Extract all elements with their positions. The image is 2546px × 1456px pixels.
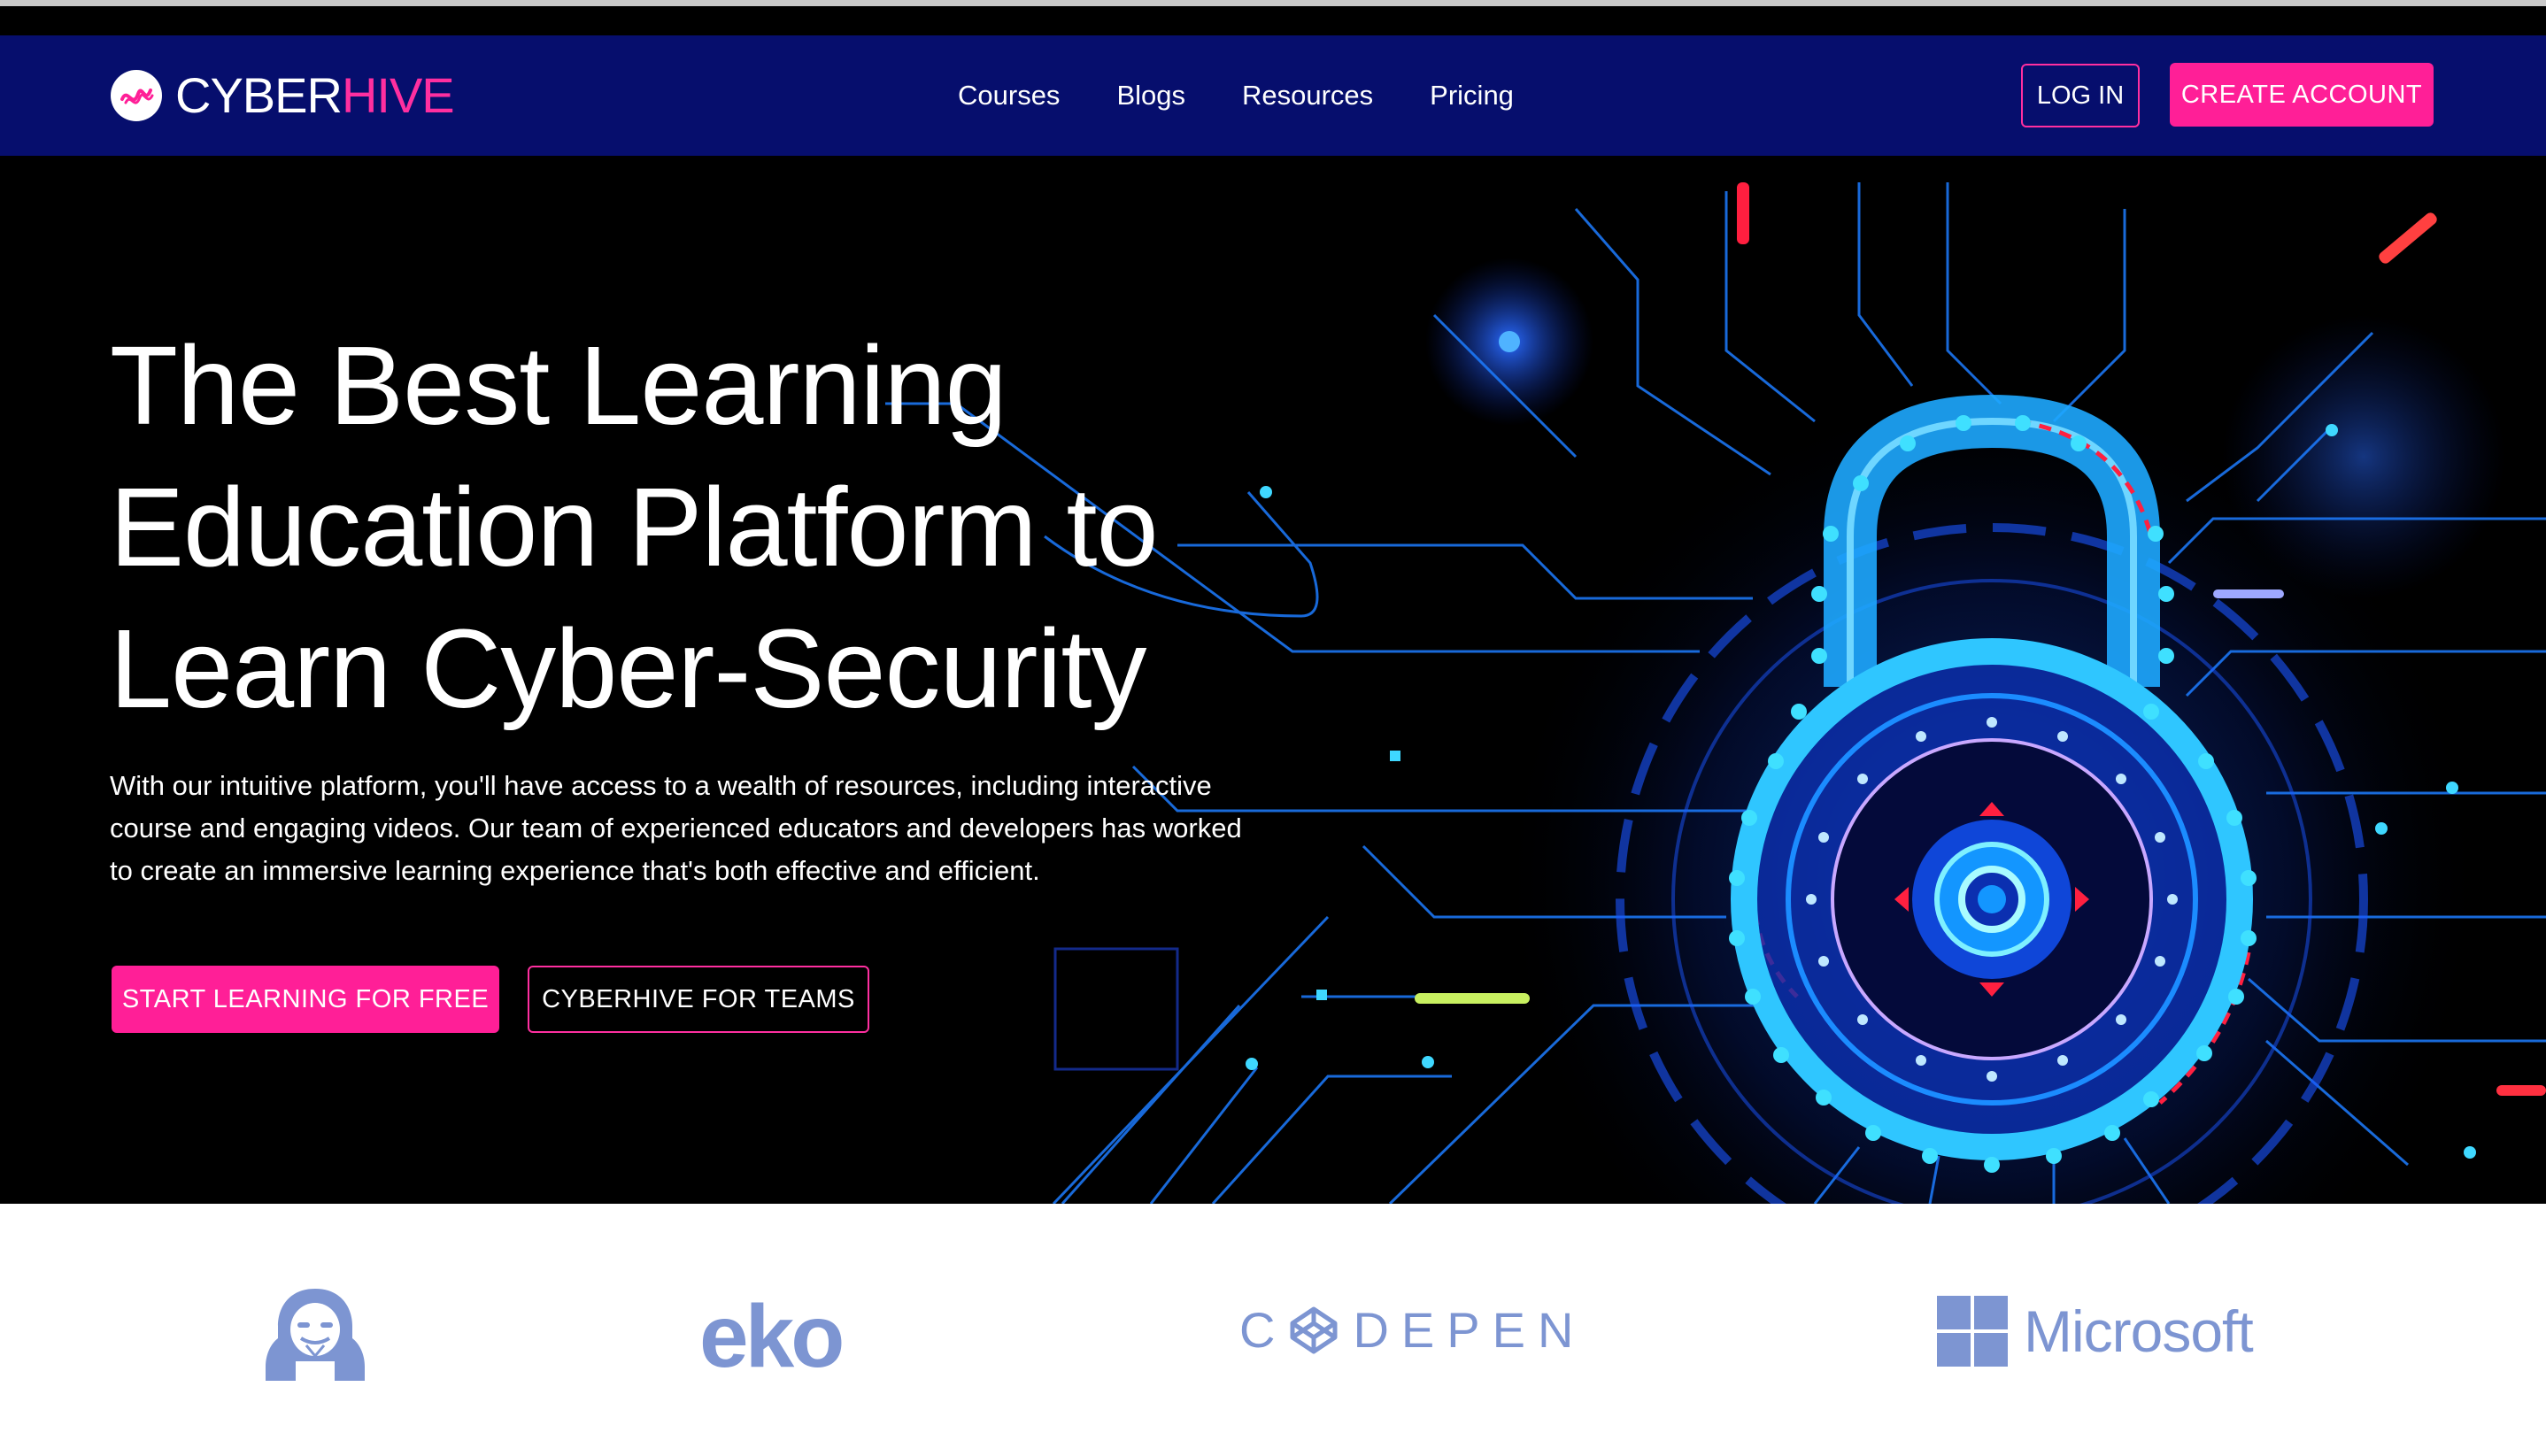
hero-title-line-1: The Best Learning [110, 323, 1007, 448]
nav-link-pricing[interactable]: Pricing [1430, 80, 1514, 112]
microsoft-windows-icon [1937, 1296, 2008, 1367]
nav-link-resources[interactable]: Resources [1242, 80, 1373, 112]
brand-name: CYBERHIVE [175, 66, 455, 125]
cyberhive-for-teams-button[interactable]: CYBERHIVE FOR TEAMS [528, 966, 869, 1033]
start-learning-button[interactable]: START LEARNING FOR FREE [112, 966, 499, 1033]
hero-title: The Best Learning Education Platform to … [110, 315, 1261, 740]
navbar: CYBERHIVE Courses Blogs Resources Pricin… [0, 35, 2546, 156]
codepen-wordmark: C DEPEN [1239, 1299, 1585, 1361]
partner-logo-eko: eko [699, 1287, 845, 1386]
codepen-wordmark-first: C [1239, 1302, 1288, 1358]
codepen-icon [1290, 1306, 1338, 1354]
partner-logos: eko C DEPEN Microsoft [0, 1204, 2546, 1456]
wave-circle-icon [111, 70, 162, 121]
brand-logo[interactable]: CYBERHIVE [110, 66, 455, 125]
main-nav: Courses Blogs Resources Pricing [958, 35, 1570, 156]
hero-description: With our intuitive platform, you'll have… [110, 770, 1242, 886]
nav-link-blogs[interactable]: Blogs [1116, 80, 1185, 112]
nav-link-courses[interactable]: Courses [958, 80, 1060, 112]
login-button[interactable]: LOG IN [2021, 64, 2140, 127]
hero-title-line-3: Learn Cyber-Security [110, 606, 1146, 731]
browser-top-strip [0, 0, 2546, 35]
hero-section: The Best Learning Education Platform to … [0, 156, 2546, 1204]
eko-wordmark: eko [699, 1287, 845, 1386]
create-account-button[interactable]: CREATE ACCOUNT [2170, 63, 2434, 127]
microsoft-wordmark: Microsoft [2024, 1298, 2254, 1364]
brand-name-part1: CYBER [175, 67, 343, 123]
brand-name-part2: HIVE [341, 67, 455, 123]
codepen-wordmark-rest: DEPEN [1353, 1302, 1586, 1358]
partner-logo-hacker [262, 1285, 368, 1383]
hero-title-line-2: Education Platform to [110, 465, 1159, 589]
partner-logo-microsoft: Microsoft [1937, 1296, 2254, 1367]
partner-logo-codepen: C DEPEN [1239, 1299, 1585, 1361]
hacker-icon [266, 1289, 365, 1381]
